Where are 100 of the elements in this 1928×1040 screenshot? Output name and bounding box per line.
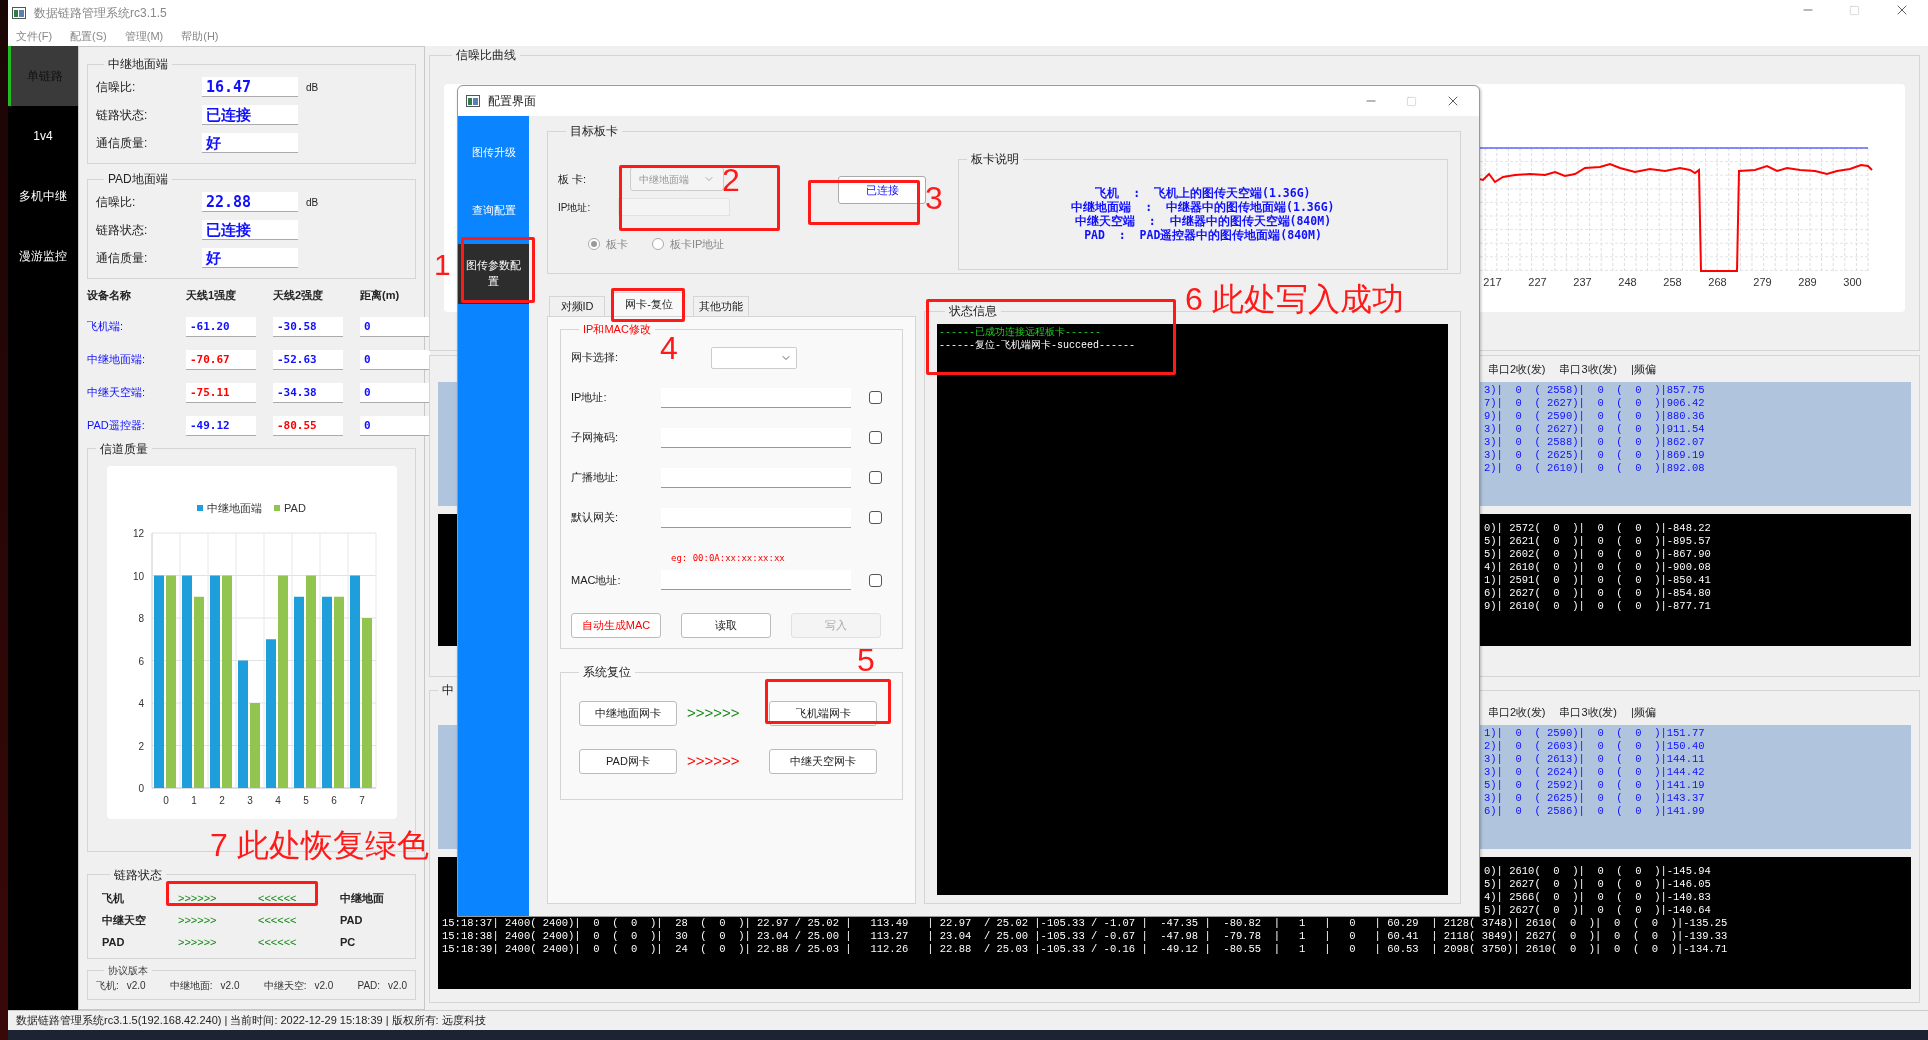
annotation-label: 5 bbox=[857, 644, 875, 676]
field-label: IP地址: bbox=[571, 390, 608, 406]
checkbox[interactable] bbox=[869, 471, 882, 484]
tab[interactable]: 其他功能 bbox=[693, 296, 749, 316]
axis-tick-label: 5 bbox=[302, 794, 309, 806]
axis-tick-label: 289 bbox=[1797, 275, 1818, 290]
value-field: 16.47 bbox=[202, 77, 298, 97]
list-row: 3)| 0 ( 2624)| 0 ( 0 )|144.42 bbox=[1484, 766, 1705, 779]
menu-item[interactable]: 配置(S) bbox=[70, 27, 107, 45]
value-field: 已连接 bbox=[202, 105, 298, 125]
version-value: v2.0 bbox=[388, 978, 407, 993]
checkbox[interactable] bbox=[869, 511, 882, 524]
field-label: 网卡选择: bbox=[571, 350, 619, 366]
reset-button[interactable]: 中继天空网卡 bbox=[769, 748, 877, 774]
axis-tick-label: 217 bbox=[1482, 275, 1503, 290]
annotation-label: 1 bbox=[434, 250, 451, 280]
checkbox[interactable] bbox=[869, 431, 882, 444]
terminal-line: 4)| 2566( 0 )| 0 ( 0 )|-140.83 bbox=[1484, 891, 1711, 904]
dialog-nav-item[interactable]: 图传参数配置 bbox=[458, 244, 529, 304]
signal-field: 0 bbox=[360, 415, 430, 436]
group-title: 链路状态 bbox=[113, 866, 163, 884]
nic-select[interactable] bbox=[711, 346, 797, 369]
signal-field: -70.67 bbox=[186, 349, 256, 370]
menu-item[interactable]: 帮助(H) bbox=[181, 27, 219, 45]
group-title: 信噪比曲线 bbox=[455, 47, 517, 64]
axis-tick-label: 4 bbox=[274, 794, 281, 806]
field-label: 板 卡: bbox=[558, 171, 588, 187]
column-header: |频偏 bbox=[1630, 361, 1656, 377]
terminal-line: 5)| 2627( 0 )| 0 ( 0 )|-146.05 bbox=[1484, 878, 1711, 891]
device-name: 飞机端: bbox=[87, 319, 125, 335]
input-field[interactable] bbox=[661, 507, 851, 528]
tab[interactable]: 网卡-复位 bbox=[613, 292, 685, 316]
signal-field: 0 bbox=[360, 349, 430, 370]
terminal-line: 5)| 2602( 0 )| 0 ( 0 )|-867.90 bbox=[1484, 548, 1711, 561]
axis-tick-label: 279 bbox=[1752, 275, 1773, 290]
dialog-nav-item[interactable]: 图传升级 bbox=[458, 128, 529, 178]
device-name: 中继天空端: bbox=[87, 385, 147, 401]
link-end-label: PC bbox=[340, 935, 356, 951]
link-arrows: >>>>>> bbox=[178, 891, 218, 907]
signal-field: -49.12 bbox=[186, 415, 256, 436]
axis-tick-label: 0 bbox=[162, 794, 169, 806]
field-label: 默认网关: bbox=[571, 510, 620, 526]
signal-field: -61.20 bbox=[186, 316, 256, 337]
field-label: 广播地址: bbox=[571, 470, 620, 486]
value-field: 已连接 bbox=[202, 220, 298, 240]
axis-tick-label: 227 bbox=[1527, 275, 1548, 290]
dialog-title: 配置界面 bbox=[488, 93, 536, 110]
column-header: 串口2收(发) bbox=[1488, 361, 1546, 377]
link-arrows: >>>>>> bbox=[178, 913, 218, 929]
list-row: 7)| 0 ( 2627)| 0 ( 0 )|906.42 bbox=[1484, 397, 1705, 410]
column-header: 天线1强度 bbox=[186, 288, 238, 303]
signal-field: 0 bbox=[360, 316, 430, 337]
reset-button[interactable]: 中继地面网卡 bbox=[579, 700, 677, 726]
reset-button[interactable]: 飞机端网卡 bbox=[769, 700, 877, 726]
field-label: IP地址: bbox=[558, 200, 592, 215]
annotation-label: 7 此处恢复绿色 bbox=[210, 829, 429, 861]
terminal-line: 0)| 2572( 0 )| 0 ( 0 )|-848.22 bbox=[1484, 522, 1711, 535]
input-field[interactable] bbox=[661, 570, 851, 590]
terminal-line: 6)| 2627( 0 )| 0 ( 0 )|-854.80 bbox=[1484, 587, 1711, 600]
terminal-line: 4)| 2610( 0 )| 0 ( 0 )|-900.08 bbox=[1484, 561, 1711, 574]
tab[interactable]: 对频ID bbox=[549, 296, 605, 316]
dialog-nav-item[interactable]: 查询配置 bbox=[458, 186, 529, 236]
terminal-line: 5)| 2627( 0 )| 0 ( 0 )|-140.64 bbox=[1484, 904, 1711, 917]
link-end-label: 中继地面 bbox=[340, 891, 384, 907]
column-header: 串口3收(发) bbox=[1559, 361, 1617, 377]
nav-item[interactable]: 1v4 bbox=[8, 106, 78, 166]
action-button[interactable]: 自动生成MAC bbox=[571, 613, 661, 638]
input-field[interactable] bbox=[661, 467, 851, 488]
terminal-line: 0)| 2610( 0 )| 0 ( 0 )|-145.94 bbox=[1484, 865, 1711, 878]
unit-label: dB bbox=[306, 195, 319, 210]
radio-button[interactable] bbox=[588, 238, 600, 251]
value-field: 22.88 bbox=[202, 192, 298, 212]
terminal-line: 15:18:38| 2400( 2400)| 0 ( 0 )| 30 ( 0 )| 23.04 / 25.00 | 113.27 | 23.04 / 25.00 |-105.33 / -0.67 | -47.98 | -79.78 | 1 | 0 | 60.41 | 2118( 3849)| 2627( 0 )| 0 ( 0 )|-139.33 bbox=[442, 930, 1728, 943]
link-end-label: PAD bbox=[340, 913, 363, 929]
menu-item[interactable]: 文件(F) bbox=[16, 27, 53, 45]
info-line: 中继天空端 : 中继器中的图传天空端(840M) bbox=[1074, 213, 1332, 228]
info-line: 中继地面端 : 中继器中的图传地面端(1.36G) bbox=[1071, 199, 1335, 214]
group-title: 板卡说明 bbox=[970, 151, 1020, 168]
field-label: 信噪比: bbox=[96, 194, 137, 211]
axis-tick-label: 2 bbox=[137, 740, 144, 751]
input-field[interactable] bbox=[661, 387, 851, 408]
nav-item[interactable]: 漫游监控 bbox=[8, 226, 78, 286]
checkbox[interactable] bbox=[869, 573, 882, 587]
terminal-line: 9)| 2610( 0 )| 0 ( 0 )|-877.71 bbox=[1484, 600, 1711, 613]
checkbox[interactable] bbox=[869, 391, 882, 404]
reset-button[interactable]: PAD网卡 bbox=[579, 748, 677, 774]
action-button[interactable]: 读取 bbox=[681, 613, 771, 638]
nav-item[interactable]: 多机中继 bbox=[8, 166, 78, 226]
window-title: 数据链路管理系统rc3.1.5 bbox=[34, 5, 167, 22]
radio-button[interactable] bbox=[652, 238, 664, 251]
input-field[interactable] bbox=[661, 427, 851, 448]
group-title: 系统复位 bbox=[582, 664, 632, 681]
axis-tick-label: 300 bbox=[1842, 275, 1863, 290]
menu-item[interactable]: 管理(M) bbox=[124, 27, 164, 45]
field-label: 子网掩码: bbox=[571, 430, 620, 446]
axis-tick-label: 8 bbox=[137, 612, 144, 624]
info-line: 飞机 : 飞机上的图传天空端(1.36G) bbox=[1095, 185, 1311, 200]
ip-input-field[interactable] bbox=[618, 198, 730, 216]
column-header: 距离(m) bbox=[360, 288, 401, 303]
axis-tick-label: 237 bbox=[1572, 275, 1593, 290]
